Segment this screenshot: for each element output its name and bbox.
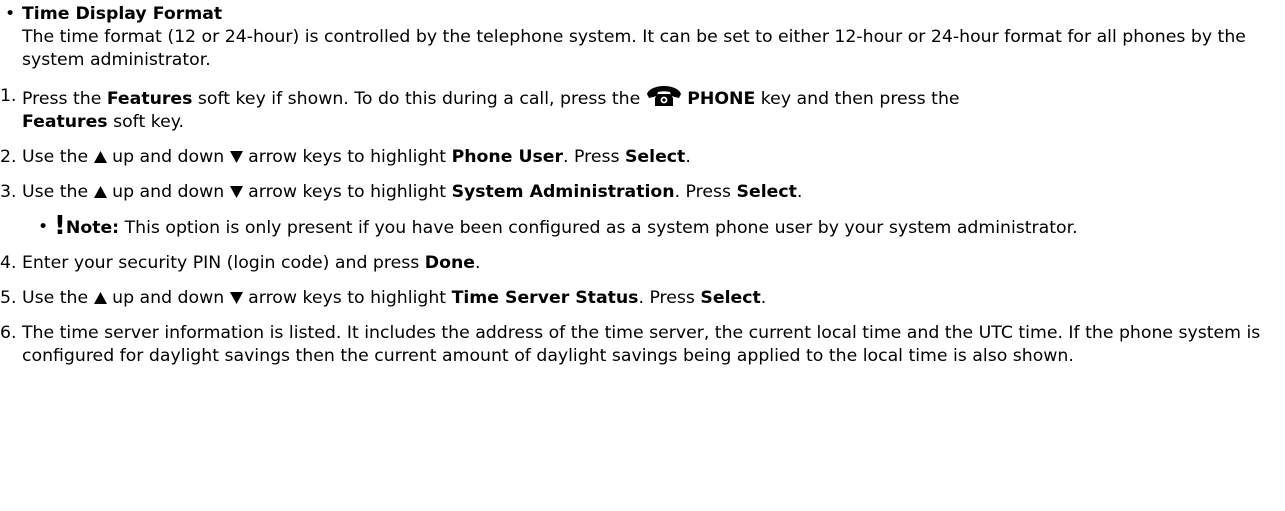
step-3: 3. Use the up and down arrow keys to hig… [0, 181, 1285, 204]
document-page: • Time Display Format The time format (1… [0, 0, 1285, 368]
step-text: . Press [638, 288, 701, 308]
step-text: soft key if shown. To do this during a c… [192, 89, 646, 109]
done-key-label: Done [424, 253, 475, 273]
menu-option-label: Time Server Status [451, 288, 639, 308]
down-arrow-icon [229, 186, 243, 198]
features-key-label: Features [106, 89, 193, 109]
step-text: Use the [22, 147, 94, 167]
step-number: 6. [0, 323, 17, 343]
step-text: arrow keys to highlight [242, 147, 452, 167]
time-display-description: The time format (12 or 24-hour) is contr… [22, 27, 1246, 70]
time-display-format-item: • Time Display Format The time format (1… [0, 3, 1285, 72]
step-text: The time server information is listed. I… [22, 323, 1261, 366]
step-text: . [685, 147, 691, 167]
step-text: . [474, 253, 481, 273]
step-number: 2. [0, 147, 17, 167]
step-text: Use the [22, 182, 94, 202]
phone-key-label: PHONE [687, 89, 756, 109]
down-arrow-icon [229, 292, 243, 304]
step-text: up and down [106, 288, 230, 308]
step-text: . Press [674, 182, 737, 202]
warning-icon: ! [54, 211, 66, 241]
step-1: 1. Press the Features soft key if shown.… [0, 85, 1285, 134]
step-text: up and down [106, 147, 230, 167]
up-arrow-icon [93, 151, 107, 163]
step-number: 5. [0, 288, 17, 308]
bullet-icon: • [38, 217, 49, 237]
select-key-label: Select [700, 288, 761, 308]
step-2: 2. Use the up and down arrow keys to hig… [0, 146, 1285, 169]
features-key-label: Features [22, 112, 108, 132]
note-text: This option is only present if you have … [119, 218, 1078, 238]
step-text: soft key. [107, 112, 184, 132]
step-text: . Press [563, 147, 625, 167]
step-text: . [796, 182, 803, 202]
step-number: 1. [0, 86, 17, 106]
step-4: 4. Enter your security PIN (login code) … [0, 252, 1285, 275]
step-number: 3. [0, 182, 17, 202]
down-arrow-icon [229, 151, 243, 163]
step-text: arrow keys to highlight [242, 182, 452, 202]
step-text: up and down [106, 182, 230, 202]
bullet-icon: • [5, 4, 16, 24]
menu-option-label: Phone User [451, 147, 564, 167]
step-text: key and then press the [755, 89, 960, 109]
step-text: . [760, 288, 767, 308]
step-text: Use the [22, 288, 94, 308]
step-number: 4. [0, 253, 17, 273]
note-item: • !Note: This option is only present if … [0, 213, 1285, 240]
select-key-label: Select [624, 147, 686, 167]
step-6: 6. The time server information is listed… [0, 322, 1285, 368]
phone-key-icon [646, 86, 681, 106]
up-arrow-icon [93, 292, 107, 304]
note-label: Note: [65, 218, 120, 238]
time-display-heading: Time Display Format [22, 4, 223, 24]
up-arrow-icon [93, 186, 107, 198]
step-text: Press the [22, 89, 107, 109]
step-text: arrow keys to highlight [242, 288, 452, 308]
step-text: Enter your security PIN (login code) and… [22, 253, 425, 273]
select-key-label: Select [736, 182, 797, 202]
menu-option-label: System Administration [451, 182, 675, 202]
step-5: 5. Use the up and down arrow keys to hig… [0, 287, 1285, 310]
